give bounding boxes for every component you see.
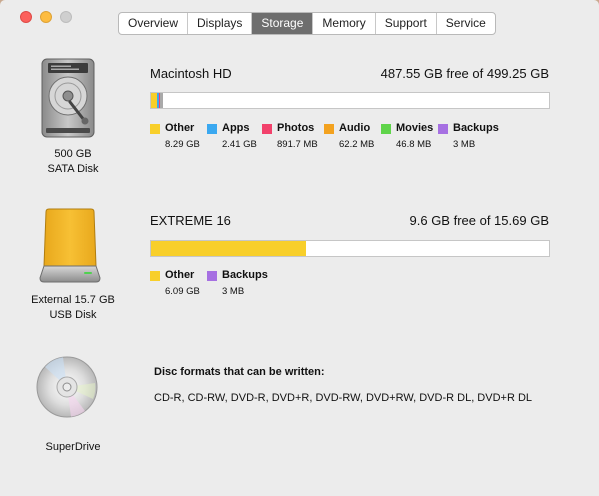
disk-capacity-label: 500 GB (54, 148, 92, 160)
tab-service[interactable]: Service (437, 13, 495, 34)
legend-size: 891.7 MB (277, 139, 318, 150)
disk-label-macintosh-hd: 500 GB SATA Disk (18, 147, 128, 177)
legend-size: 2.41 GB (222, 139, 257, 150)
legend-label: Audio (339, 122, 371, 134)
external-usb-disk-icon (39, 208, 101, 283)
optical-disc-icon (36, 356, 98, 418)
superdrive-label: SuperDrive (45, 441, 101, 453)
minimize-window-button[interactable] (40, 11, 52, 23)
storage-usage-bar (150, 92, 550, 109)
tab-memory[interactable]: Memory (313, 13, 376, 34)
disk-interface-label: SATA Disk (47, 163, 99, 175)
backups-swatch-icon (207, 271, 217, 281)
tab-displays[interactable]: Displays (188, 13, 253, 34)
disc-formats-title: Disc formats that can be written: (154, 366, 325, 378)
apps-swatch-icon (207, 124, 217, 134)
legend-size: 3 MB (453, 139, 476, 150)
internal-hard-disk-icon (41, 58, 95, 138)
disc-formats-list: CD-R, CD-RW, DVD-R, DVD+R, DVD-RW, DVD+R… (154, 392, 533, 404)
disk-name: EXTREME 16 (150, 213, 231, 228)
legend-size: 8.29 GB (165, 139, 200, 150)
legend-label: Movies (396, 122, 434, 134)
tab-overview[interactable]: Overview (119, 13, 189, 34)
system-info-window: Overview Displays Storage Memory Support… (0, 0, 599, 496)
tab-support[interactable]: Support (376, 13, 437, 34)
storage-usage-bar (150, 240, 550, 257)
audio-swatch-icon (324, 124, 334, 134)
legend-label: Apps (222, 122, 250, 134)
legend-label: Photos (277, 122, 315, 134)
legend-label: Other (165, 269, 195, 281)
legend-size: 46.8 MB (396, 139, 432, 150)
title-bar: Overview Displays Storage Memory Support… (0, 0, 599, 40)
disk-interface-label: USB Disk (49, 309, 97, 321)
disk-label-extreme-16: External 15.7 GB USB Disk (18, 293, 128, 323)
legend-size: 6.09 GB (165, 286, 200, 297)
legend-size: 62.2 MB (339, 139, 375, 150)
bar-segment-other (151, 241, 306, 256)
disk-free-space: 9.6 GB free of 15.69 GB (409, 213, 549, 228)
legend-label: Other (165, 122, 195, 134)
legend-label: Backups (222, 269, 268, 281)
zoom-window-button[interactable] (60, 11, 72, 23)
tab-storage[interactable]: Storage (252, 13, 314, 34)
other-swatch-icon (150, 271, 160, 281)
tab-bar: Overview Displays Storage Memory Support… (118, 12, 496, 35)
photos-swatch-icon (262, 124, 272, 134)
disk-capacity-label: External 15.7 GB (31, 294, 115, 306)
bar-segment-system (160, 93, 163, 108)
legend-size: 3 MB (222, 286, 245, 297)
backups-swatch-icon (438, 124, 448, 134)
legend-label: Backups (453, 122, 499, 134)
disk-free-space: 487.55 GB free of 499.25 GB (380, 66, 549, 81)
movies-swatch-icon (381, 124, 391, 134)
disk-name: Macintosh HD (150, 66, 232, 81)
other-swatch-icon (150, 124, 160, 134)
close-window-button[interactable] (20, 11, 32, 23)
